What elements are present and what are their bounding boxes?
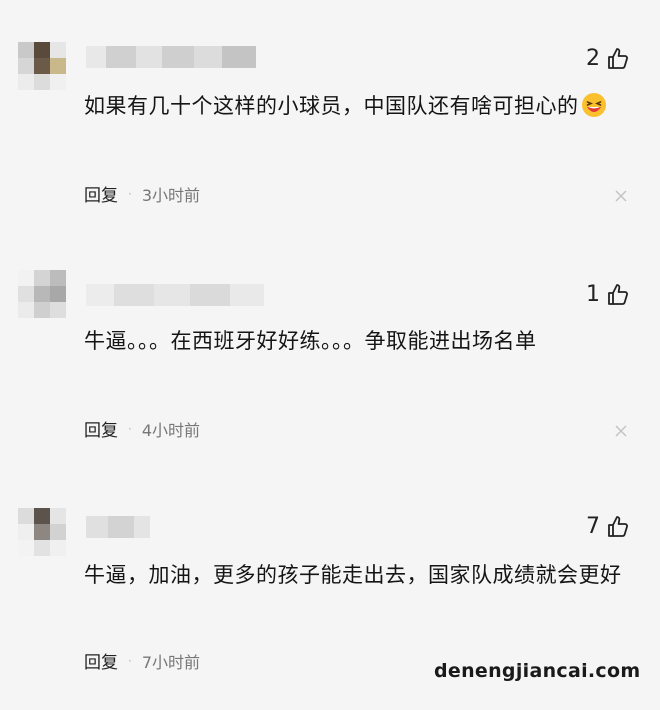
thumbs-up-icon[interactable] [606, 283, 630, 307]
username-blurred[interactable] [86, 46, 256, 68]
thumbs-up-icon[interactable] [606, 515, 630, 539]
comment-text: 牛逼，加油，更多的孩子能走出去，国家队成绩就会更好 [84, 559, 624, 591]
watermark: denengjiancai.com [434, 660, 641, 682]
like-count-value: 2 [586, 46, 600, 71]
separator: · [128, 186, 132, 201]
avatar[interactable] [18, 42, 66, 90]
username-blurred[interactable] [86, 516, 150, 538]
thumbs-up-icon[interactable] [606, 47, 630, 71]
comment-body: 牛逼。。。在西班牙好好练。。。争取能进出场名单 [84, 329, 537, 353]
comment-text: 如果有几十个这样的小球员，中国队还有啥可担心的 [84, 90, 624, 122]
comment-meta: 回复 · 4小时前 [84, 416, 201, 442]
avatar[interactable] [18, 270, 66, 318]
username-blurred[interactable] [86, 284, 264, 306]
separator: · [128, 653, 132, 668]
like-count[interactable]: 7 [586, 514, 630, 539]
like-count[interactable]: 2 [586, 46, 630, 71]
timestamp: 7小时前 [141, 652, 201, 672]
grinning-squint-emoji-icon [581, 93, 606, 117]
reply-button[interactable]: 回复 [84, 648, 118, 673]
comment-meta: 回复 · 7小时前 [84, 648, 201, 674]
avatar[interactable] [18, 508, 66, 556]
separator: · [128, 421, 132, 436]
like-count[interactable]: 1 [586, 282, 630, 307]
comment-text: 牛逼。。。在西班牙好好练。。。争取能进出场名单 [84, 325, 624, 357]
close-icon[interactable] [614, 424, 628, 438]
comment-body: 如果有几十个这样的小球员，中国队还有啥可担心的 [84, 94, 579, 118]
like-count-value: 7 [586, 514, 600, 539]
timestamp: 4小时前 [141, 420, 201, 440]
like-count-value: 1 [586, 282, 600, 307]
reply-button[interactable]: 回复 [84, 181, 118, 206]
timestamp: 3小时前 [141, 185, 201, 205]
reply-button[interactable]: 回复 [84, 416, 118, 441]
comment-meta: 回复 · 3小时前 [84, 181, 201, 207]
comment-body: 牛逼，加油，更多的孩子能走出去，国家队成绩就会更好 [84, 563, 622, 587]
close-icon[interactable] [614, 189, 628, 203]
